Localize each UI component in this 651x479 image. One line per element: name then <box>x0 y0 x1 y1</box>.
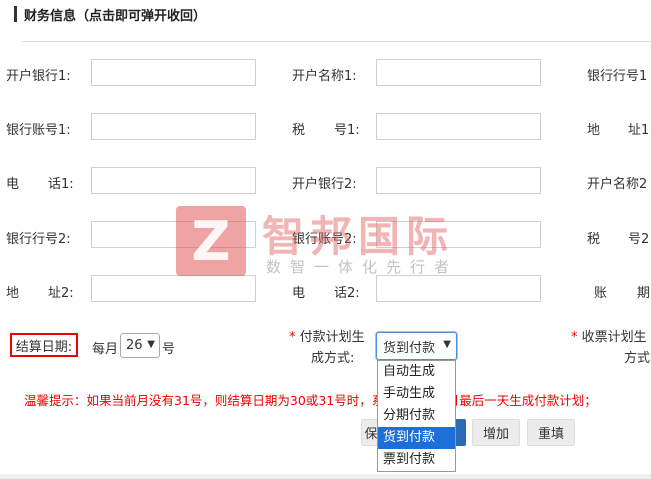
save-next-button[interactable] <box>455 419 466 446</box>
payment-plan-selected: 货到付款 <box>383 340 436 356</box>
address-2-input[interactable] <box>91 275 256 302</box>
receipt-plan-label-line1: * 收票计划生 <box>571 326 647 345</box>
section-marker <box>14 6 17 22</box>
reset-button[interactable]: 重填 <box>527 419 575 446</box>
label-address-1-a: 地 <box>587 123 601 138</box>
settlement-day-select[interactable]: 26 ▼ <box>120 333 160 358</box>
account-name-1-input[interactable] <box>376 59 541 86</box>
settlement-prefix: 每月 <box>92 342 119 357</box>
payment-plan-label-line1: * 付款计划生 <box>289 326 365 345</box>
footer-strip <box>0 474 651 479</box>
bank-code-2-input[interactable] <box>91 221 256 248</box>
payment-plan-select[interactable]: 货到付款 ▼ <box>376 332 457 360</box>
payment-plan-dropdown: 自动生成 手动生成 分期付款 货到付款 票到付款 <box>377 360 456 472</box>
option-manual-generate[interactable]: 手动生成 <box>378 383 455 405</box>
section-title[interactable]: 财务信息（点击即可弹开收回） <box>24 5 206 24</box>
label-address-1-b: 址1 <box>628 123 650 138</box>
label-address-2-a: 地 <box>6 286 20 301</box>
chevron-down-icon: ▼ <box>147 339 155 350</box>
label-bank-code-1: 银行行号1 <box>587 69 648 84</box>
label-bank-1: 开户银行1: <box>6 69 71 84</box>
chevron-down-icon: ▼ <box>443 339 451 350</box>
label-tax-2-b: 号2 <box>628 232 650 247</box>
option-installment[interactable]: 分期付款 <box>378 405 455 427</box>
required-mark: * <box>289 330 296 345</box>
phone-1-input[interactable] <box>91 167 256 194</box>
account-no-1-input[interactable] <box>91 113 256 140</box>
label-tax-2-a: 税 <box>587 232 601 247</box>
account-no-2-input[interactable] <box>376 221 541 248</box>
label-tax-1-b: 号1: <box>334 123 360 138</box>
label-account-name-2: 开户名称2 <box>587 177 648 192</box>
receipt-plan-label-line2: 方式 <box>624 351 651 366</box>
settlement-day-value: 26 <box>126 338 143 353</box>
label-bank-code-2: 银行行号2: <box>6 232 71 247</box>
label-tax-1-a: 税 <box>292 123 306 138</box>
phone-2-input[interactable] <box>376 275 541 302</box>
option-cash-on-delivery[interactable]: 货到付款 <box>378 427 455 449</box>
label-account-no-1: 银行账号1: <box>6 123 71 138</box>
settlement-date-label: 结算日期: <box>10 333 78 357</box>
label-phone-2-a: 电 <box>292 286 306 301</box>
divider <box>22 41 651 42</box>
watermark-slogan: 数智一体化先行者 <box>266 258 459 276</box>
label-account-name-1: 开户名称1: <box>292 69 357 84</box>
settlement-suffix: 号 <box>162 342 176 357</box>
label-term-b: 期 <box>637 286 651 301</box>
label-address-2-b: 址2: <box>48 286 74 301</box>
settlement-hint: 温馨提示：如果当前月没有31号，则结算日期为30或31号时，系统将在当前月最后一… <box>24 393 597 408</box>
label-phone-1-b: 话1: <box>48 177 74 192</box>
bank-2-input[interactable] <box>376 167 541 194</box>
option-auto-generate[interactable]: 自动生成 <box>378 361 455 383</box>
label-phone-1-a: 电 <box>6 177 20 192</box>
label-term-a: 账 <box>594 286 608 301</box>
required-mark: * <box>571 330 578 345</box>
bank-1-input[interactable] <box>91 59 256 86</box>
label-account-no-2: 银行账号2: <box>292 232 357 247</box>
tax-no-1-input[interactable] <box>376 113 541 140</box>
payment-plan-label-line2: 成方式: <box>311 351 355 366</box>
label-phone-2-b: 话2: <box>334 286 360 301</box>
receipt-plan-label-text1: 收票计划生 <box>581 330 647 345</box>
option-pay-on-invoice[interactable]: 票到付款 <box>378 449 455 471</box>
add-button[interactable]: 增加 <box>472 419 520 446</box>
payment-plan-label-text1: 付款计划生 <box>299 330 365 345</box>
label-bank-2: 开户银行2: <box>292 177 357 192</box>
